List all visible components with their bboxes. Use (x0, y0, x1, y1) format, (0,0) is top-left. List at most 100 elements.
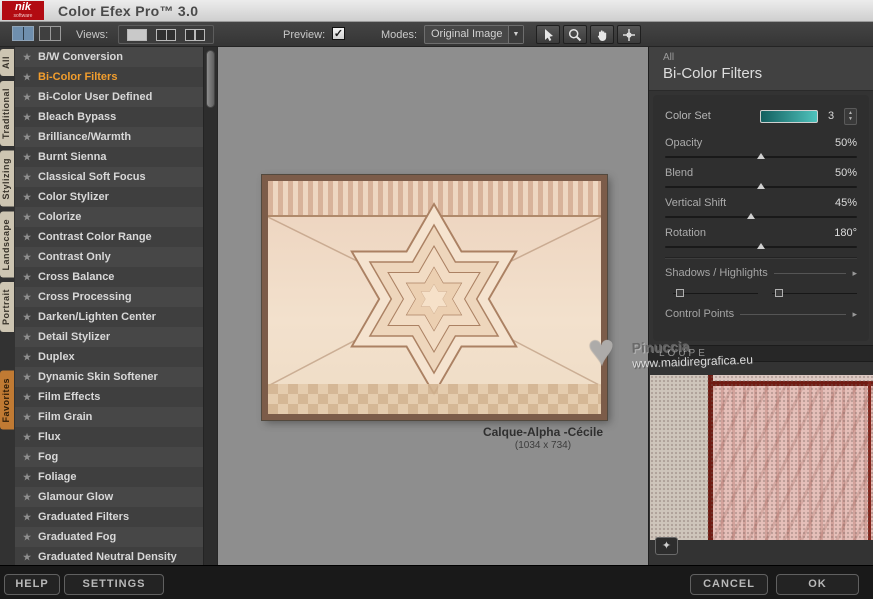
favorite-star-icon[interactable]: ★ (23, 372, 32, 383)
slider-marker[interactable] (757, 153, 765, 159)
preview-image[interactable] (262, 175, 607, 420)
filter-list-item[interactable]: ★ Bi-Color Filters (15, 67, 204, 87)
pan-tool-button[interactable] (590, 25, 614, 44)
filter-list-item[interactable]: ★ Dynamic Skin Softener (15, 367, 204, 387)
spinner-down-icon[interactable]: ▼ (848, 116, 853, 122)
section-expand-icon[interactable]: ▸ (852, 268, 857, 279)
favorite-star-icon[interactable]: ★ (23, 512, 32, 523)
filter-list-item[interactable]: ★ Cross Balance (15, 267, 204, 287)
favorite-star-icon[interactable]: ★ (23, 472, 32, 483)
ok-button[interactable]: OK (776, 574, 859, 595)
preview-checkbox[interactable]: ✓ (332, 27, 345, 40)
favorite-star-icon[interactable]: ★ (23, 272, 32, 283)
filter-list-item[interactable]: ★ Darken/Lighten Center (15, 307, 204, 327)
filter-list-item[interactable]: ★ Color Stylizer (15, 187, 204, 207)
filter-list-item[interactable]: ★ Graduated Fog (15, 527, 204, 547)
filter-list-item[interactable]: ★ Cross Processing (15, 287, 204, 307)
filter-list-item[interactable]: ★ Classical Soft Focus (15, 167, 204, 187)
loupe-view[interactable] (650, 375, 873, 540)
color-set-swatch[interactable] (760, 109, 818, 123)
filter-list-item[interactable]: ★ Duplex (15, 347, 204, 367)
favorite-star-icon[interactable]: ★ (23, 392, 32, 403)
favorite-star-icon[interactable]: ★ (23, 52, 32, 63)
section-expand-icon[interactable]: ▸ (852, 309, 857, 320)
center-point-tool-button[interactable] (617, 25, 641, 44)
favorite-star-icon[interactable]: ★ (23, 252, 32, 263)
highlights-slider-handle[interactable] (775, 289, 783, 297)
favorite-star-icon[interactable]: ★ (23, 172, 32, 183)
shadows-highlights-header[interactable]: Shadows / Highlights ▸ (665, 267, 857, 279)
filter-list-item[interactable]: ★ Film Effects (15, 387, 204, 407)
filter-list-item[interactable]: ★ Film Grain (15, 407, 204, 427)
favorite-star-icon[interactable]: ★ (23, 72, 32, 83)
category-tab[interactable]: Stylizing (0, 151, 14, 207)
favorite-star-icon[interactable]: ★ (23, 192, 32, 203)
chevron-down-icon[interactable]: ▼ (508, 26, 523, 43)
color-set-spinner[interactable]: ▲ ▼ (844, 107, 857, 125)
favorite-star-icon[interactable]: ★ (23, 152, 32, 163)
favorite-star-icon[interactable]: ★ (23, 552, 32, 563)
filter-name: Contrast Only (38, 251, 111, 263)
filter-list-item[interactable]: ★ Graduated Neutral Density (15, 547, 204, 565)
filter-list-item[interactable]: ★ Fog (15, 447, 204, 467)
filter-list-item[interactable]: ★ Contrast Color Range (15, 227, 204, 247)
slider-track[interactable] (665, 183, 857, 189)
category-tab[interactable]: Landscape (0, 211, 14, 278)
slider-label: Blend (665, 167, 694, 179)
filter-list-item[interactable]: ★ Burnt Sienna (15, 147, 204, 167)
favorite-star-icon[interactable]: ★ (23, 532, 32, 543)
favorite-star-icon[interactable]: ★ (23, 312, 32, 323)
category-tab[interactable]: Favorites (0, 371, 14, 430)
favorite-star-icon[interactable]: ★ (23, 292, 32, 303)
panel-layout-icon[interactable] (12, 26, 34, 41)
select-tool-button[interactable] (536, 25, 560, 44)
panel-layout-alt-icon[interactable] (39, 26, 61, 41)
filter-list-item[interactable]: ★ Flux (15, 427, 204, 447)
favorite-star-icon[interactable]: ★ (23, 452, 32, 463)
slider-marker[interactable] (757, 243, 765, 249)
shadows-slider[interactable] (673, 288, 758, 298)
filter-list-item[interactable]: ★ Colorize (15, 207, 204, 227)
view-side-by-side-button[interactable] (185, 28, 205, 41)
view-single-button[interactable] (127, 28, 147, 41)
settings-button[interactable]: SETTINGS (64, 574, 164, 595)
favorite-star-icon[interactable]: ★ (23, 232, 32, 243)
slider-track[interactable] (665, 153, 857, 159)
favorite-star-icon[interactable]: ★ (23, 432, 32, 443)
filter-list-item[interactable]: ★ Contrast Only (15, 247, 204, 267)
favorite-star-icon[interactable]: ★ (23, 212, 32, 223)
filter-list-item[interactable]: ★ Graduated Filters (15, 507, 204, 527)
filter-list-item[interactable]: ★ Bi-Color User Defined (15, 87, 204, 107)
shadows-slider-handle[interactable] (676, 289, 684, 297)
favorite-star-icon[interactable]: ★ (23, 112, 32, 123)
help-button[interactable]: HELP (4, 574, 60, 595)
filter-list-item[interactable]: ★ B/W Conversion (15, 47, 204, 67)
loupe-zoom-button[interactable]: ✦ (655, 537, 678, 555)
slider-track[interactable] (665, 243, 857, 249)
modes-dropdown[interactable]: Original Image ▼ (424, 25, 524, 44)
filter-list-item[interactable]: ★ Detail Stylizer (15, 327, 204, 347)
cancel-button[interactable]: CANCEL (690, 574, 768, 595)
category-tab[interactable]: Portrait (0, 282, 14, 333)
filter-list-scrollbar[interactable] (203, 47, 217, 565)
zoom-tool-button[interactable] (563, 25, 587, 44)
favorite-star-icon[interactable]: ★ (23, 492, 32, 503)
control-points-header[interactable]: Control Points ▸ (665, 308, 857, 320)
favorite-star-icon[interactable]: ★ (23, 352, 32, 363)
favorite-star-icon[interactable]: ★ (23, 92, 32, 103)
filter-list-item[interactable]: ★ Brilliance/Warmth (15, 127, 204, 147)
slider-marker[interactable] (757, 183, 765, 189)
category-tab[interactable]: Traditional (0, 81, 14, 147)
favorite-star-icon[interactable]: ★ (23, 412, 32, 423)
filter-list-item[interactable]: ★ Glamour Glow (15, 487, 204, 507)
favorite-star-icon[interactable]: ★ (23, 332, 32, 343)
view-split-button[interactable] (156, 28, 176, 41)
filter-list-item[interactable]: ★ Bleach Bypass (15, 107, 204, 127)
slider-marker[interactable] (747, 213, 756, 219)
favorite-star-icon[interactable]: ★ (23, 132, 32, 143)
category-tab[interactable]: All (0, 49, 14, 77)
filter-list-item[interactable]: ★ Foliage (15, 467, 204, 487)
scrollbar-thumb[interactable] (206, 50, 215, 108)
slider-track[interactable] (665, 213, 857, 219)
highlights-slider[interactable] (772, 288, 857, 298)
